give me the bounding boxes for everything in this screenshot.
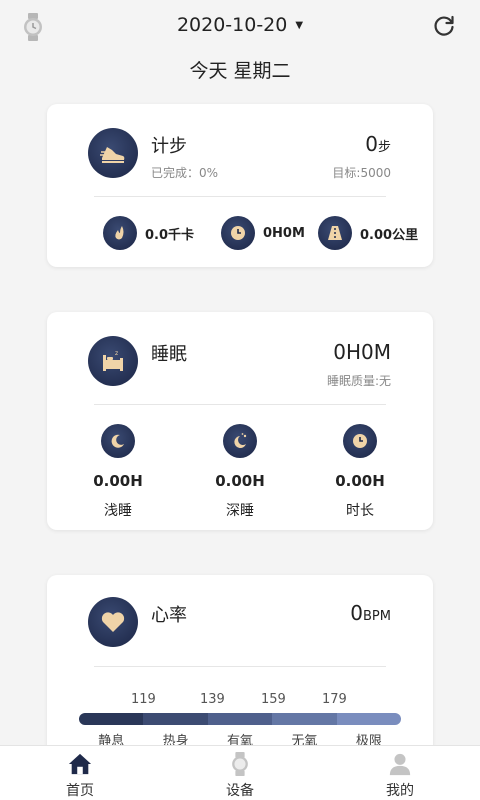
zone-threshold: 159	[261, 692, 286, 707]
user-icon	[389, 753, 411, 776]
moon-icon	[101, 424, 135, 458]
header: 2020-10-20 ▼ 今天 星期二	[0, 0, 480, 100]
deep-sleep-value: 0.00H	[215, 472, 265, 490]
heart-rate-value: 0BPM	[350, 601, 391, 625]
steps-unit: 步	[377, 140, 391, 155]
tab-device[interactable]: 设备	[160, 746, 320, 800]
sleep-duration: 0.00H 时长	[315, 424, 405, 520]
home-icon	[68, 753, 92, 775]
deep-sleep: 0.00H 深睡	[195, 424, 285, 520]
flame-icon	[103, 216, 137, 250]
steps-card[interactable]: 计步 0步 已完成：0% 目标:5000 0.0千卡 0H0M 0.00公里	[47, 104, 433, 267]
zone-threshold: 139	[200, 692, 225, 707]
zone-segment	[207, 713, 273, 725]
divider	[94, 666, 386, 667]
calories-value: 0.0千卡	[145, 227, 195, 243]
sleep-quality: 睡眠质量:无	[326, 374, 391, 388]
zone-threshold: 179	[322, 692, 347, 707]
sleep-card[interactable]: z 睡眠 0H0M 睡眠质量:无 0.00H 浅睡 0.00H 深睡 0.00H…	[47, 312, 433, 530]
steps-value: 0步	[365, 132, 391, 156]
distance-stat: 0.00公里	[318, 216, 418, 250]
zone-segment	[143, 713, 208, 725]
tab-home[interactable]: 首页	[0, 746, 160, 800]
sleep-title: 睡眠	[151, 344, 187, 365]
watch-icon	[232, 752, 248, 776]
steps-goal: 目标:5000	[332, 166, 391, 180]
zone-threshold: 119	[131, 692, 156, 707]
duration-value: 0H0M	[263, 225, 305, 241]
clock-icon	[221, 216, 255, 250]
heart-rate-title: 心率	[151, 605, 187, 626]
bed-icon: z	[88, 336, 138, 386]
sleep-duration-value: 0.00H	[335, 472, 385, 490]
steps-title: 计步	[151, 136, 187, 157]
calories-stat: 0.0千卡	[103, 216, 194, 250]
light-sleep-value: 0.00H	[93, 472, 143, 490]
refresh-icon[interactable]	[432, 14, 456, 38]
shoe-icon	[88, 128, 138, 178]
deep-sleep-label: 深睡	[226, 503, 254, 519]
tab-mine-label: 我的	[386, 783, 414, 799]
clock-icon	[343, 424, 377, 458]
tab-mine[interactable]: 我的	[320, 746, 480, 800]
moon-stars-icon	[223, 424, 257, 458]
heart-icon	[88, 597, 138, 647]
heart-rate-unit: BPM	[363, 609, 391, 624]
light-sleep-label: 浅睡	[104, 503, 132, 519]
bottom-tab-bar: 首页 设备 我的	[0, 745, 480, 800]
date-selector[interactable]: 2020-10-20 ▼	[0, 14, 480, 36]
day-label: 今天 星期二	[189, 60, 291, 82]
date-text: 2020-10-20	[176, 14, 288, 36]
zone-segment	[79, 713, 144, 725]
tab-device-label: 设备	[226, 783, 254, 799]
heart-rate-number: 0	[350, 601, 364, 625]
road-icon	[318, 216, 352, 250]
steps-completed: 已完成：0%	[151, 166, 219, 180]
sleep-duration-label: 时长	[346, 503, 374, 519]
sleep-value: 0H0M	[333, 340, 391, 364]
duration-stat: 0H0M	[221, 216, 305, 250]
divider	[94, 196, 386, 197]
divider	[94, 404, 386, 405]
svg-text:z: z	[115, 350, 118, 357]
tab-home-label: 首页	[66, 783, 94, 799]
steps-count: 0	[365, 132, 378, 156]
heart-rate-zone-bar	[79, 713, 401, 725]
distance-value: 0.00公里	[360, 227, 419, 243]
zone-segment	[272, 713, 337, 725]
zone-segment	[336, 713, 401, 725]
light-sleep: 0.00H 浅睡	[73, 424, 163, 520]
caret-down-icon: ▼	[295, 20, 304, 31]
